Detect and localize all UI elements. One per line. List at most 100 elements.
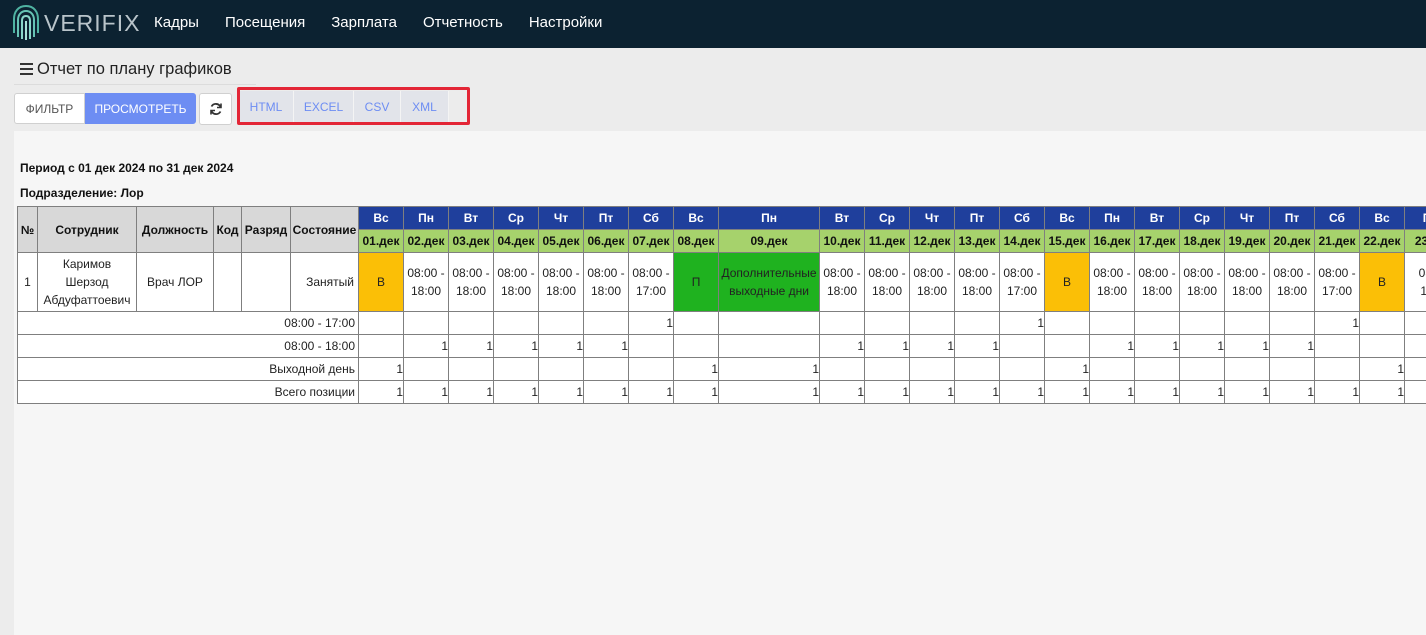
schedule-cell: 08:00 -18:00 xyxy=(1269,252,1315,312)
summary-value xyxy=(909,311,955,335)
nav-item-attendance[interactable]: Посещения xyxy=(225,14,305,31)
schedule-cell: В xyxy=(1044,252,1090,312)
summary-value: 1 xyxy=(628,380,674,404)
summary-value: 1 xyxy=(819,380,865,404)
summary-value: 1 xyxy=(909,380,955,404)
schedule-cell: 08:00 -18:00 xyxy=(819,252,865,312)
schedule-cell: 08:00 -17:00 xyxy=(999,252,1045,312)
summary-row: 08:00 - 17:00 1 1 1 xyxy=(17,311,1426,335)
nav-item-staff[interactable]: Кадры xyxy=(154,14,199,31)
summary-value: 1 xyxy=(954,334,1000,358)
summary-value: 1 xyxy=(673,380,719,404)
top-navbar: VERIFIX Кадры Посещения Зарплата Отчетно… xyxy=(0,0,1426,48)
summary-value xyxy=(718,311,820,335)
summary-value xyxy=(718,334,820,358)
summary-value xyxy=(954,311,1000,335)
summary-value xyxy=(1224,357,1270,381)
schedule-table: № Сотрудник Должность Код Разряд Состоян… xyxy=(17,206,1426,404)
fingerprint-icon xyxy=(13,5,39,40)
verifix-logo[interactable]: VERIFIX xyxy=(12,3,140,43)
date-header: 15.дек xyxy=(1044,229,1090,253)
summary-value: 1 xyxy=(403,334,449,358)
employee-name-line: Шерзод xyxy=(65,275,109,289)
summary-value xyxy=(448,311,494,335)
nav-item-salary[interactable]: Зарплата xyxy=(331,14,397,31)
summary-row: Выходной день 1 1 1 1 1 xyxy=(17,357,1426,381)
summary-value: 1 xyxy=(1179,380,1225,404)
summary-value: 1 xyxy=(718,380,820,404)
summary-value xyxy=(628,357,674,381)
schedule-cell: 08:18 xyxy=(1404,252,1426,312)
col-header-state: Состояние xyxy=(290,206,359,253)
date-header: 18.дек xyxy=(1179,229,1225,253)
summary-value: 1 xyxy=(1044,357,1090,381)
summary-value: 1 xyxy=(673,357,719,381)
schedule-cell: 08:00 -17:00 xyxy=(1314,252,1360,312)
day-of-week-header: Вс xyxy=(358,206,404,230)
schedule-cell: 08:00 -18:00 xyxy=(583,252,629,312)
export-buttons: HTML EXCEL CSV XML xyxy=(239,91,449,125)
summary-value xyxy=(448,357,494,381)
summary-value xyxy=(673,311,719,335)
day-of-week-header: Вс xyxy=(1044,206,1090,230)
summary-value xyxy=(1404,380,1426,404)
day-of-week-header: Пт xyxy=(583,206,629,230)
export-excel-button[interactable]: EXCEL xyxy=(294,91,354,124)
summary-value xyxy=(493,311,539,335)
date-header: 07.дек xyxy=(628,229,674,253)
summary-value: 1 xyxy=(1359,357,1405,381)
col-header-code: Код xyxy=(213,206,242,253)
export-xml-button[interactable]: XML xyxy=(401,91,449,124)
date-header: 16.дек xyxy=(1089,229,1135,253)
export-html-button[interactable]: HTML xyxy=(239,91,294,124)
summary-value xyxy=(583,311,629,335)
summary-value xyxy=(1224,311,1270,335)
summary-value xyxy=(403,311,449,335)
schedule-cell: 08:00 -18:00 xyxy=(909,252,955,312)
view-button[interactable]: ПРОСМОТРЕТЬ xyxy=(85,93,196,124)
date-header: 11.дек xyxy=(864,229,910,253)
nav-item-settings[interactable]: Настройки xyxy=(529,14,603,31)
summary-value: 1 xyxy=(999,380,1045,404)
date-header: 08.дек xyxy=(673,229,719,253)
summary-value: 1 xyxy=(1179,334,1225,358)
refresh-icon xyxy=(209,103,222,115)
report-period: Период с 01 дек 2024 по 31 дек 2024 xyxy=(20,161,234,175)
summary-value: 1 xyxy=(1134,334,1180,358)
summary-value: 1 xyxy=(448,380,494,404)
schedule-cell: П xyxy=(673,252,719,312)
summary-value xyxy=(403,357,449,381)
summary-value: 1 xyxy=(493,380,539,404)
summary-value: 1 xyxy=(1269,334,1315,358)
employee-position: Врач ЛОР xyxy=(136,252,214,312)
summary-value xyxy=(819,357,865,381)
summary-value xyxy=(1314,357,1360,381)
summary-value: 1 xyxy=(403,380,449,404)
summary-value xyxy=(628,334,674,358)
summary-value: 1 xyxy=(864,380,910,404)
day-of-week-header: Вс xyxy=(673,206,719,230)
page-header: Отчет по плану графиков xyxy=(14,57,256,85)
summary-value xyxy=(909,357,955,381)
refresh-button[interactable] xyxy=(199,93,232,125)
summary-value xyxy=(1269,311,1315,335)
summary-value: 1 xyxy=(1089,334,1135,358)
summary-value xyxy=(1359,311,1405,335)
day-of-week-header: Пн xyxy=(403,206,449,230)
summary-value: 1 xyxy=(718,357,820,381)
day-of-week-header: Сб xyxy=(628,206,674,230)
employee-name[interactable]: Каримов Шерзод Абдуфаттоевич xyxy=(37,252,137,312)
summary-value xyxy=(1269,357,1315,381)
nav-item-reports[interactable]: Отчетность xyxy=(423,14,503,31)
summary-value xyxy=(583,357,629,381)
employee-name-line: Каримов xyxy=(62,257,112,271)
summary-row: Всего позиции 1 1 1 1 1 1 1 1 1 1 1 1 1 1 1 1 1 1 1 1 1 1 xyxy=(17,380,1426,404)
summary-value xyxy=(1179,311,1225,335)
summary-value xyxy=(358,311,404,335)
export-csv-button[interactable]: CSV xyxy=(354,91,401,124)
menu-icon[interactable] xyxy=(20,63,33,78)
date-header: 03.дек xyxy=(448,229,494,253)
summary-value xyxy=(358,334,404,358)
day-of-week-header: Вс xyxy=(1359,206,1405,230)
filter-button[interactable]: ФИЛЬТР xyxy=(14,93,85,124)
